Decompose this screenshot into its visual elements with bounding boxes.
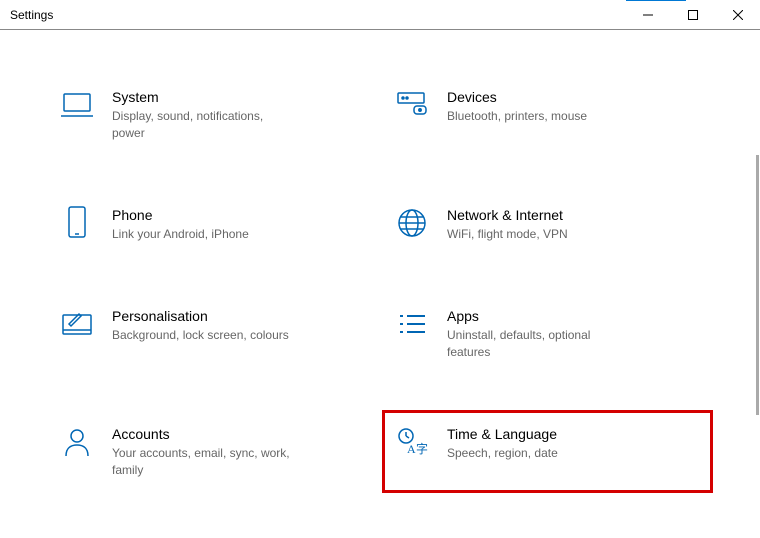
tile-devices[interactable]: Devices Bluetooth, printers, mouse bbox=[385, 80, 710, 150]
minimize-button[interactable] bbox=[625, 0, 670, 30]
tile-title: Accounts bbox=[112, 425, 365, 443]
devices-icon bbox=[395, 88, 429, 122]
settings-grid: System Display, sound, notifications, po… bbox=[50, 80, 710, 538]
maximize-button[interactable] bbox=[670, 0, 715, 30]
tile-system[interactable]: System Display, sound, notifications, po… bbox=[50, 80, 375, 150]
tile-accounts[interactable]: Accounts Your accounts, email, sync, wor… bbox=[50, 417, 375, 487]
tile-desc: Link your Android, iPhone bbox=[112, 226, 292, 243]
tile-ease-of-access[interactable]: Ease of Access bbox=[385, 534, 710, 538]
tile-network[interactable]: Network & Internet WiFi, flight mode, VP… bbox=[385, 198, 710, 251]
tile-personalisation[interactable]: Personalisation Background, lock screen,… bbox=[50, 299, 375, 369]
scrollbar[interactable] bbox=[756, 155, 759, 415]
system-icon bbox=[60, 88, 94, 122]
tile-desc: Uninstall, defaults, optional features bbox=[447, 327, 627, 361]
tile-desc: Bluetooth, printers, mouse bbox=[447, 108, 627, 125]
globe-icon bbox=[395, 206, 429, 240]
window-title: Settings bbox=[10, 8, 53, 22]
tile-apps[interactable]: Apps Uninstall, defaults, optional featu… bbox=[385, 299, 710, 369]
phone-icon bbox=[60, 206, 94, 240]
tile-title: Personalisation bbox=[112, 307, 365, 325]
tile-title: Time & Language bbox=[447, 425, 700, 443]
accounts-icon bbox=[60, 425, 94, 459]
tile-phone[interactable]: Phone Link your Android, iPhone bbox=[50, 198, 375, 251]
tile-time-language[interactable]: A字 Time & Language Speech, region, date bbox=[382, 410, 713, 494]
apps-icon bbox=[395, 307, 429, 341]
tile-desc: Your accounts, email, sync, work, family bbox=[112, 445, 292, 479]
tile-title: Apps bbox=[447, 307, 700, 325]
time-language-icon: A字 bbox=[395, 425, 429, 459]
personalisation-icon bbox=[60, 307, 94, 341]
accent-indicator bbox=[626, 0, 686, 1]
tile-desc: Speech, region, date bbox=[447, 445, 627, 462]
tile-desc: Background, lock screen, colours bbox=[112, 327, 292, 344]
titlebar: Settings bbox=[0, 0, 760, 30]
tile-title: Devices bbox=[447, 88, 700, 106]
tile-title: System bbox=[112, 88, 365, 106]
close-button[interactable] bbox=[715, 0, 760, 30]
svg-text:A: A bbox=[407, 442, 416, 456]
tile-title: Phone bbox=[112, 206, 365, 224]
settings-home: System Display, sound, notifications, po… bbox=[0, 30, 760, 538]
tile-gaming[interactable]: Gaming bbox=[50, 534, 375, 538]
tile-title: Network & Internet bbox=[447, 206, 700, 224]
window-controls bbox=[625, 0, 760, 29]
svg-text:字: 字 bbox=[416, 441, 428, 456]
tile-desc: WiFi, flight mode, VPN bbox=[447, 226, 627, 243]
tile-desc: Display, sound, notifications, power bbox=[112, 108, 292, 142]
